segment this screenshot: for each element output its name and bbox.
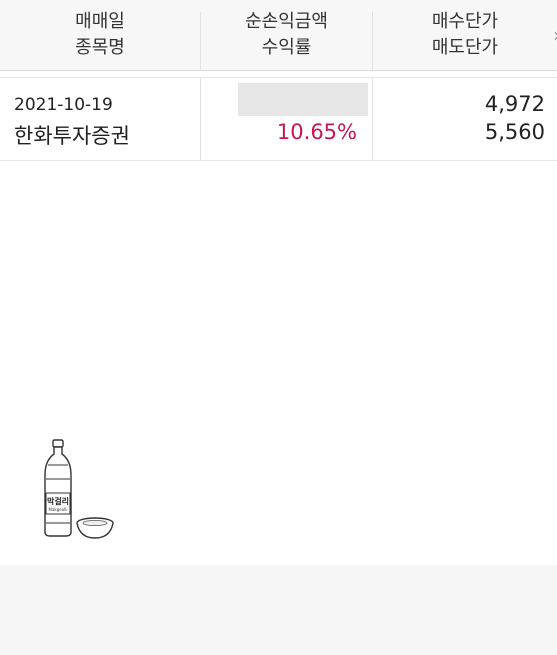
return-rate: 10.65%	[276, 120, 357, 144]
header-trade-date-label: 매매일	[75, 11, 125, 32]
table-row[interactable]: 2021-10-19 한화투자증권 10.65% 4,972 5,560	[0, 77, 557, 161]
chevron-right-icon[interactable]: ›	[553, 25, 557, 45]
header-sell-price-label: 매도단가	[431, 37, 499, 58]
header-net-profit-label: 순손익금액	[245, 11, 328, 32]
masked-profit-amount	[238, 83, 368, 116]
trade-date: 2021-10-19	[14, 95, 113, 115]
row-divider	[372, 78, 373, 160]
bottle-label-text: 막걸리	[47, 496, 69, 506]
header-buy-price-label: 매수단가	[431, 11, 499, 32]
row-divider	[200, 78, 201, 160]
buy-price: 4,972	[484, 92, 545, 116]
makgeolli-illustration: 막걸리 Makgeolli	[44, 439, 114, 539]
stock-name: 한화투자증권	[14, 124, 130, 148]
bowl-liquid	[82, 520, 108, 527]
bottle-cap	[52, 439, 64, 448]
table-header: 매매일 종목명 순손익금액 수익률 매수단가 매도단가 ›	[0, 0, 557, 71]
sell-price: 5,560	[484, 120, 545, 144]
bottle-label-subtext: Makgeolli	[49, 507, 68, 512]
footer-area	[0, 565, 557, 655]
header-col-profit[interactable]: 순손익금액 수익률	[201, 0, 372, 70]
header-stock-name-label: 종목명	[75, 37, 125, 58]
header-return-rate-label: 수익률	[261, 37, 312, 58]
header-col-date-stock[interactable]: 매매일 종목명	[0, 0, 200, 70]
header-col-prices[interactable]: 매수단가 매도단가	[373, 0, 557, 70]
